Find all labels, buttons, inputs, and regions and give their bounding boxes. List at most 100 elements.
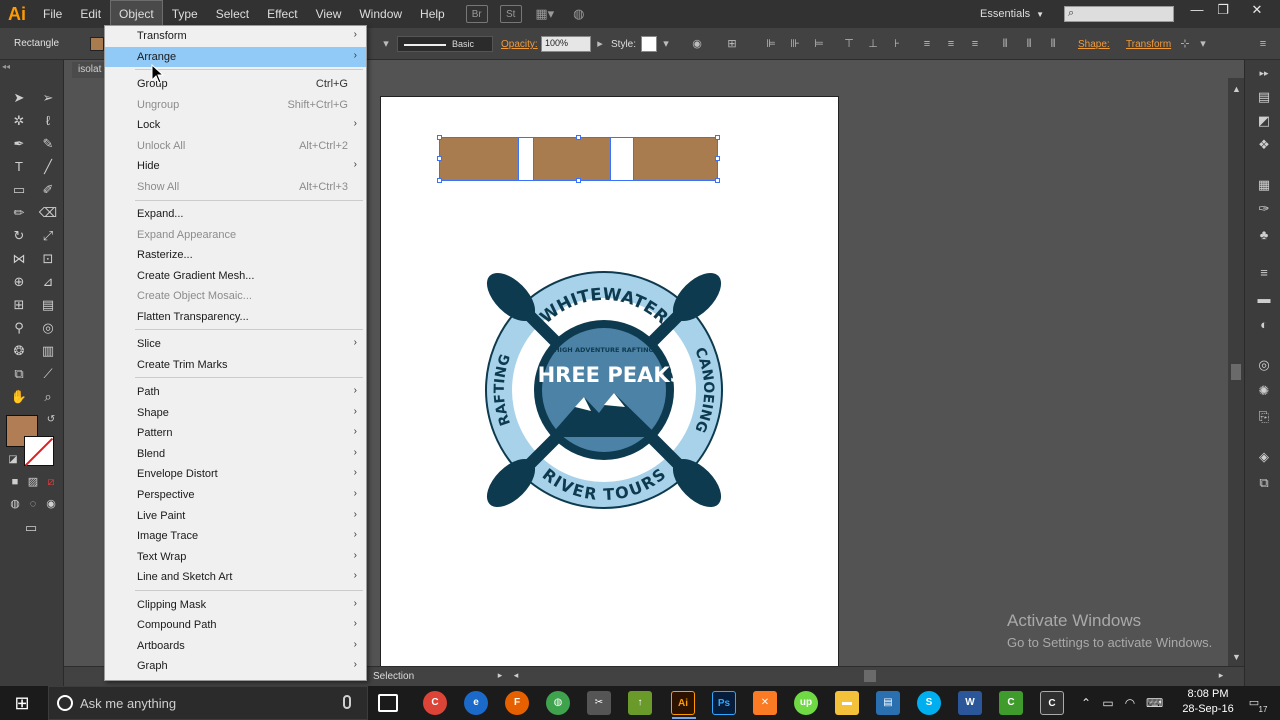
- menu-edit[interactable]: Edit: [71, 0, 110, 28]
- align-to-icon[interactable]: ⊞: [725, 37, 739, 51]
- none-mode-icon[interactable]: ⧄: [40, 472, 62, 492]
- align-left-icon[interactable]: ⊫: [764, 37, 778, 51]
- handle-middle-right[interactable]: [715, 156, 720, 161]
- width-tool-icon[interactable]: ⋈: [8, 249, 30, 269]
- lasso-tool-icon[interactable]: ℓ: [37, 111, 59, 131]
- horizontal-scroll-thumb[interactable]: [864, 670, 876, 682]
- properties-icon[interactable]: ▤: [1255, 88, 1273, 106]
- upload-icon[interactable]: ↑: [628, 691, 652, 715]
- variable-width-profile[interactable]: Basic: [397, 36, 493, 52]
- menu-item-expand-appearance[interactable]: Expand Appearance: [105, 225, 366, 245]
- network-icon[interactable]: ▤: [876, 691, 900, 715]
- opacity-input[interactable]: 100%: [541, 36, 591, 52]
- collapse-panels-icon[interactable]: ▸▸: [1255, 64, 1273, 82]
- fill-color-chip[interactable]: [90, 37, 104, 51]
- menu-item-line-and-sketch-art[interactable]: Line and Sketch Art ›: [105, 567, 366, 587]
- panel-menu-icon[interactable]: ▾: [1196, 37, 1210, 51]
- menu-type[interactable]: Type: [163, 0, 207, 28]
- keyboard-icon[interactable]: ⌨: [1146, 695, 1163, 711]
- magic-wand-tool-icon[interactable]: ✲: [8, 111, 30, 131]
- menu-item-hide[interactable]: Hide ›: [105, 156, 366, 176]
- help-search-input[interactable]: ⌕: [1064, 6, 1174, 22]
- menu-item-live-paint[interactable]: Live Paint ›: [105, 506, 366, 526]
- scroll-thumb[interactable]: [1231, 364, 1241, 380]
- align-center-icon[interactable]: ⊪: [788, 37, 802, 51]
- stroke-weight-stepper[interactable]: ▾: [379, 37, 393, 51]
- menu-item-graph[interactable]: Graph ›: [105, 656, 366, 676]
- zoom-tool-icon[interactable]: ⌕: [37, 387, 59, 407]
- menu-item-group[interactable]: Group Ctrl+G: [105, 74, 366, 94]
- eyedropper-tool-icon[interactable]: ⚲: [8, 318, 30, 338]
- tray-chevron-icon[interactable]: ⌃: [1078, 695, 1094, 711]
- menu-item-clipping-mask[interactable]: Clipping Mask ›: [105, 595, 366, 615]
- menu-file[interactable]: File: [34, 0, 71, 28]
- swatches-icon[interactable]: ▦: [1255, 176, 1273, 194]
- stock-icon[interactable]: St: [499, 5, 522, 23]
- scale-tool-icon[interactable]: ⤢: [37, 226, 59, 246]
- microphone-icon[interactable]: [343, 695, 351, 709]
- align-right-icon[interactable]: ⊨: [812, 37, 826, 51]
- upwork-icon[interactable]: up: [794, 691, 818, 715]
- handle-top-left[interactable]: [437, 135, 442, 140]
- menu-item-artboards[interactable]: Artboards ›: [105, 636, 366, 656]
- line-tool-icon[interactable]: ╱: [37, 157, 59, 177]
- style-dropdown-icon[interactable]: ▾: [659, 37, 673, 51]
- hand-tool-icon[interactable]: ✋: [8, 387, 30, 407]
- align-top-icon[interactable]: ⊤: [842, 37, 856, 51]
- wifi-icon[interactable]: ◠: [1122, 695, 1138, 711]
- appearance-icon[interactable]: ◎: [1255, 356, 1273, 374]
- shaper-tool-icon[interactable]: ✏: [8, 203, 30, 223]
- distribute-top-icon[interactable]: ≡: [920, 37, 934, 51]
- menu-item-envelope-distort[interactable]: Envelope Distort ›: [105, 464, 366, 484]
- menu-item-pattern[interactable]: Pattern ›: [105, 423, 366, 443]
- workspace-switcher[interactable]: Essentials ▼: [980, 0, 1044, 28]
- rectangle-tool-icon[interactable]: ▭: [8, 180, 30, 200]
- menu-item-path[interactable]: Path ›: [105, 382, 366, 402]
- illustrator-taskbar-icon[interactable]: Ai: [671, 691, 696, 719]
- menu-item-create-gradient-mesh[interactable]: Create Gradient Mesh...: [105, 266, 366, 286]
- scroll-right-icon[interactable]: ▸: [1210, 667, 1232, 683]
- gpu-performance-icon[interactable]: ◍: [568, 5, 590, 23]
- default-colors-icon[interactable]: ◪: [2, 450, 24, 470]
- recolor-artwork-icon[interactable]: ◉: [690, 37, 704, 51]
- rotate-tool-icon[interactable]: ↻: [8, 226, 30, 246]
- layers-icon[interactable]: ◈: [1255, 448, 1273, 466]
- windows-start-icon[interactable]: ⊞: [10, 692, 34, 714]
- tray-clock[interactable]: 8:08 PM 28-Sep-16: [1178, 687, 1238, 717]
- curvature-tool-icon[interactable]: ✎: [37, 134, 59, 154]
- gradient-tool-icon[interactable]: ▤: [37, 295, 59, 315]
- task-view-icon[interactable]: [378, 694, 398, 712]
- column-graph-tool-icon[interactable]: ▥: [37, 341, 59, 361]
- artboard-tool-icon[interactable]: ⧉: [8, 364, 30, 384]
- symbols-icon[interactable]: ♣: [1255, 226, 1273, 244]
- paintbrush-tool-icon[interactable]: ✐: [37, 180, 59, 200]
- artboards-icon[interactable]: ⧉: [1255, 474, 1273, 492]
- menu-item-arrange[interactable]: Arrange ›: [105, 47, 366, 67]
- shape-link[interactable]: Shape:: [1078, 39, 1110, 50]
- menu-item-shape[interactable]: Shape ›: [105, 403, 366, 423]
- menu-object[interactable]: Object: [110, 0, 163, 28]
- menu-item-ungroup[interactable]: Ungroup Shift+Ctrl+G: [105, 95, 366, 115]
- handle-top-right[interactable]: [715, 135, 720, 140]
- draw-inside-icon[interactable]: ◉: [40, 494, 62, 514]
- slice-tool-icon[interactable]: ⟋: [37, 364, 59, 384]
- eraser-tool-icon[interactable]: ⌫: [37, 203, 59, 223]
- menu-item-flatten-transparency[interactable]: Flatten Transparency...: [105, 307, 366, 327]
- graphic-styles-icon[interactable]: ✺: [1255, 382, 1273, 400]
- mesh-tool-icon[interactable]: ⊞: [8, 295, 30, 315]
- selection-tool-icon[interactable]: ➤: [8, 88, 30, 108]
- tools-icon[interactable]: ✂: [587, 691, 611, 715]
- artboard[interactable]: WHITEWATER RIVER TOURS RAFTING CANOEING …: [380, 96, 839, 668]
- menu-item-unlock-all[interactable]: Unlock All Alt+Ctrl+2: [105, 136, 366, 156]
- file-explorer-icon[interactable]: ▬: [835, 691, 859, 715]
- restore-button[interactable]: ❐: [1208, 0, 1238, 22]
- distribute-right-icon[interactable]: ⫴: [1046, 37, 1060, 51]
- menu-item-show-all[interactable]: Show All Alt+Ctrl+3: [105, 177, 366, 197]
- direct-selection-tool-icon[interactable]: ➢: [37, 88, 59, 108]
- menu-item-create-object-mosaic[interactable]: Create Object Mosaic...: [105, 286, 366, 306]
- shape-builder-tool-icon[interactable]: ⊕: [8, 272, 30, 292]
- close-button[interactable]: ✕: [1242, 0, 1272, 22]
- panel-grip[interactable]: ◂◂: [2, 62, 62, 72]
- menu-item-rasterize[interactable]: Rasterize...: [105, 245, 366, 265]
- photoshop-icon[interactable]: Ps: [712, 691, 736, 715]
